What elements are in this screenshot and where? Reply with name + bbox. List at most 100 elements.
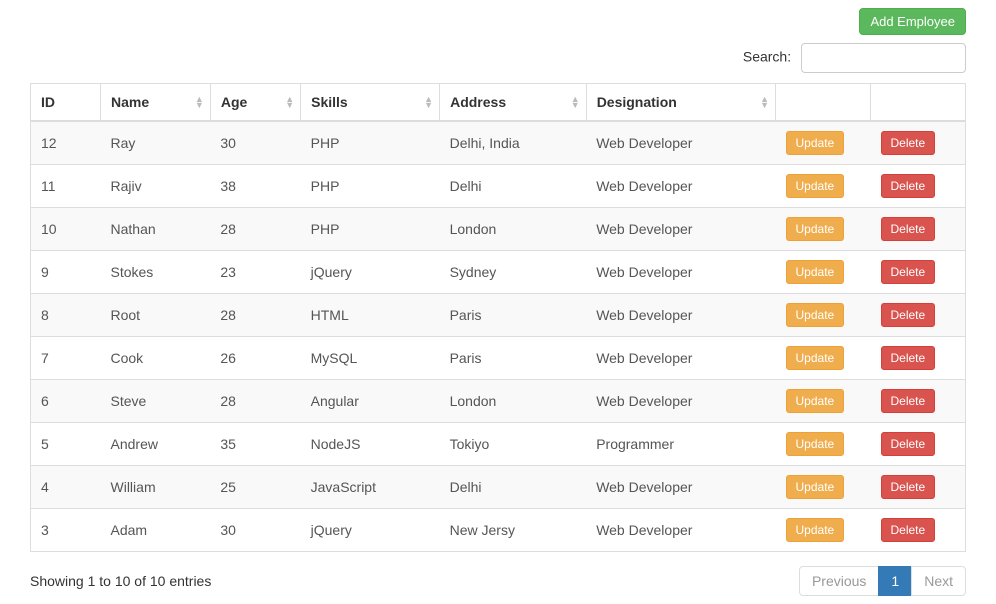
cell-id: 10 (31, 208, 101, 251)
sort-icon: ▲▼ (285, 96, 294, 108)
cell-designation: Web Developer (586, 208, 775, 251)
col-header-designation[interactable]: Designation ▲▼ (586, 84, 775, 122)
col-header-address[interactable]: Address ▲▼ (440, 84, 587, 122)
cell-id: 11 (31, 165, 101, 208)
col-header-skills[interactable]: Skills ▲▼ (301, 84, 440, 122)
table-row: 9Stokes23jQuerySydneyWeb Developer Update… (31, 251, 966, 294)
table-row: 6Steve28AngularLondonWeb Developer Update… (31, 380, 966, 423)
cell-name: Root (101, 294, 211, 337)
cell-age: 28 (210, 380, 300, 423)
delete-button[interactable]: Delete (881, 432, 936, 456)
next-button[interactable]: Next (911, 566, 966, 596)
cell-designation: Web Developer (586, 121, 775, 165)
cell-address: New Jersy (440, 509, 587, 552)
sort-icon: ▲▼ (195, 96, 204, 108)
cell-designation: Web Developer (586, 294, 775, 337)
cell-address: Paris (440, 337, 587, 380)
cell-address: London (440, 208, 587, 251)
delete-button[interactable]: Delete (881, 475, 936, 499)
cell-age: 38 (210, 165, 300, 208)
update-button[interactable]: Update (786, 432, 845, 456)
page-1-button[interactable]: 1 (878, 566, 912, 596)
update-button[interactable]: Update (786, 475, 845, 499)
cell-skills: PHP (301, 208, 440, 251)
delete-button[interactable]: Delete (881, 131, 936, 155)
table-row: 10Nathan28PHPLondonWeb Developer Update De… (31, 208, 966, 251)
cell-age: 35 (210, 423, 300, 466)
cell-address: Sydney (440, 251, 587, 294)
delete-button[interactable]: Delete (881, 346, 936, 370)
cell-address: Paris (440, 294, 587, 337)
cell-name: Steve (101, 380, 211, 423)
cell-id: 6 (31, 380, 101, 423)
col-header-age-label: Age (221, 94, 247, 110)
update-button[interactable]: Update (786, 131, 845, 155)
cell-address: Delhi (440, 466, 587, 509)
col-header-id[interactable]: ID (31, 84, 101, 122)
cell-skills: PHP (301, 121, 440, 165)
table-row: 8Root28HTMLParisWeb Developer Update Delet… (31, 294, 966, 337)
cell-skills: Angular (301, 380, 440, 423)
cell-skills: jQuery (301, 251, 440, 294)
col-header-address-label: Address (450, 94, 506, 110)
col-header-age[interactable]: Age ▲▼ (210, 84, 300, 122)
cell-skills: PHP (301, 165, 440, 208)
cell-id: 12 (31, 121, 101, 165)
update-button[interactable]: Update (786, 346, 845, 370)
update-button[interactable]: Update (786, 174, 845, 198)
delete-button[interactable]: Delete (881, 303, 936, 327)
cell-name: Cook (101, 337, 211, 380)
update-button[interactable]: Update (786, 303, 845, 327)
cell-skills: HTML (301, 294, 440, 337)
delete-button[interactable]: Delete (881, 260, 936, 284)
cell-age: 28 (210, 294, 300, 337)
cell-designation: Web Developer (586, 509, 775, 552)
col-header-update (776, 84, 871, 122)
update-button[interactable]: Update (786, 260, 845, 284)
cell-age: 23 (210, 251, 300, 294)
prev-button[interactable]: Previous (799, 566, 879, 596)
delete-button[interactable]: Delete (881, 518, 936, 542)
update-button[interactable]: Update (786, 217, 845, 241)
cell-name: Nathan (101, 208, 211, 251)
table-row: 7Cook26MySQLParisWeb DeveloperUpdateDele… (31, 337, 966, 380)
pagination: Previous 1 Next (800, 566, 966, 596)
cell-skills: jQuery (301, 509, 440, 552)
cell-address: London (440, 380, 587, 423)
delete-button[interactable]: Delete (881, 389, 936, 413)
sort-icon: ▲▼ (571, 96, 580, 108)
update-button[interactable]: Update (786, 518, 845, 542)
add-employee-button[interactable]: Add Employee (859, 8, 966, 35)
delete-button[interactable]: Delete (881, 174, 936, 198)
cell-id: 8 (31, 294, 101, 337)
cell-id: 9 (31, 251, 101, 294)
cell-designation: Web Developer (586, 466, 775, 509)
sort-icon: ▲▼ (424, 96, 433, 108)
sort-icon: ▲▼ (760, 96, 769, 108)
cell-designation: Web Developer (586, 251, 775, 294)
table-row: 3Adam30jQueryNew JersyWeb DeveloperUpdat… (31, 509, 966, 552)
cell-designation: Web Developer (586, 337, 775, 380)
cell-name: Stokes (101, 251, 211, 294)
cell-designation: Web Developer (586, 380, 775, 423)
col-header-name[interactable]: Name ▲▼ (101, 84, 211, 122)
cell-address: Delhi, India (440, 121, 587, 165)
col-header-id-label: ID (41, 94, 55, 110)
cell-designation: Programmer (586, 423, 775, 466)
col-header-designation-label: Designation (597, 94, 677, 110)
update-button[interactable]: Update (786, 389, 845, 413)
search-input[interactable] (801, 43, 966, 73)
cell-age: 28 (210, 208, 300, 251)
cell-id: 5 (31, 423, 101, 466)
entries-info: Showing 1 to 10 of 10 entries (30, 573, 211, 589)
cell-age: 26 (210, 337, 300, 380)
table-row: 11Rajiv38PHPDelhiWeb DeveloperUpdateDele… (31, 165, 966, 208)
cell-skills: JavaScript (301, 466, 440, 509)
col-header-skills-label: Skills (311, 94, 348, 110)
delete-button[interactable]: Delete (881, 217, 936, 241)
cell-skills: NodeJS (301, 423, 440, 466)
search-label: Search: (743, 49, 791, 65)
cell-age: 25 (210, 466, 300, 509)
cell-name: Ray (101, 121, 211, 165)
cell-designation: Web Developer (586, 165, 775, 208)
